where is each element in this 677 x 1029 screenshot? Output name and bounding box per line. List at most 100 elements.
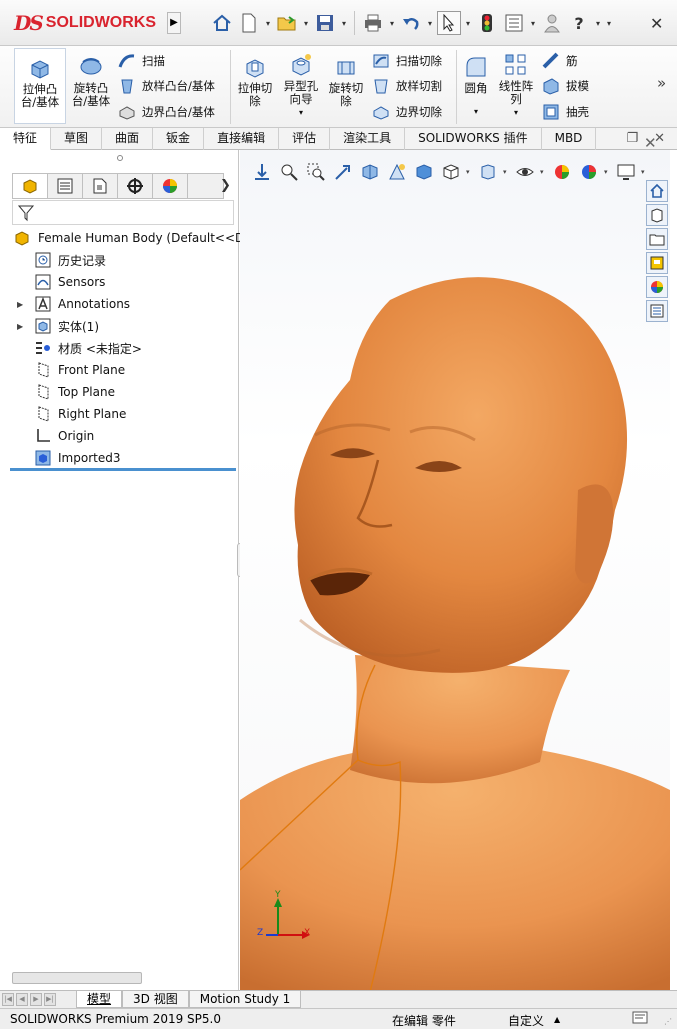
- properties-dropdown-icon[interactable]: ▾: [529, 19, 537, 28]
- expand-arrow-icon[interactable]: ▶: [17, 300, 23, 309]
- new-document-icon[interactable]: [237, 11, 261, 35]
- visibility-eye-icon[interactable]: [513, 160, 537, 184]
- help-icon[interactable]: ?: [567, 11, 591, 35]
- fillet-dropdown-icon[interactable]: ▾: [474, 105, 478, 118]
- view-settings-dropdown-icon[interactable]: ▾: [641, 168, 648, 176]
- shell-button[interactable]: 抽壳: [542, 103, 589, 121]
- appearances-scenes-icon[interactable]: [646, 276, 668, 298]
- rollback-bar[interactable]: [10, 468, 236, 471]
- design-library-icon[interactable]: [646, 204, 668, 226]
- tree-item-plane[interactable]: Top Plane: [34, 382, 115, 402]
- status-message-icon[interactable]: [632, 1011, 648, 1028]
- sweep-button[interactable]: 扫描: [118, 52, 165, 70]
- edit-appearance-icon[interactable]: [550, 160, 574, 184]
- zoom-to-fit-icon[interactable]: [277, 160, 301, 184]
- linear-pattern-button[interactable]: 线性阵 列 ▾: [496, 52, 536, 119]
- bottom-tab[interactable]: Motion Study 1: [188, 991, 302, 1008]
- tree-item-history[interactable]: 历史记录: [34, 250, 106, 270]
- restore-window-icon[interactable]: ❐: [626, 131, 638, 146]
- bottom-tab[interactable]: 模型: [76, 991, 123, 1008]
- print-dropdown-icon[interactable]: ▾: [388, 19, 396, 28]
- close-icon[interactable]: ✕: [650, 14, 663, 33]
- tree-item-imported-body[interactable]: Imported3: [34, 448, 120, 468]
- extrude-cut-button[interactable]: 拉伸切 除: [234, 54, 276, 108]
- dimxpert-manager-tab[interactable]: [118, 174, 153, 198]
- command-tab[interactable]: 评估: [279, 128, 331, 150]
- zoom-to-area-icon[interactable]: [304, 160, 328, 184]
- tree-item-plane[interactable]: Front Plane: [34, 360, 125, 380]
- configuration-manager-tab[interactable]: [83, 174, 118, 198]
- command-tab[interactable]: 渲染工具: [330, 128, 406, 150]
- command-tab[interactable]: 特征: [0, 128, 52, 150]
- save-dropdown-icon[interactable]: ▾: [340, 19, 348, 28]
- help-dropdown-icon[interactable]: ▾: [594, 19, 602, 28]
- view-settings-icon[interactable]: [614, 160, 638, 184]
- command-tab[interactable]: 草图: [51, 128, 103, 150]
- prev-tab-icon[interactable]: ◀: [16, 993, 28, 1006]
- tree-item-solid-bodies[interactable]: ▶ 实体(1): [17, 316, 99, 336]
- revolve-boss-button[interactable]: 旋转凸 台/基体: [68, 54, 114, 108]
- resize-grip-icon[interactable]: ⋰: [664, 1017, 672, 1026]
- display-manager-tab[interactable]: [153, 174, 188, 198]
- tree-filter[interactable]: [12, 200, 234, 225]
- open-dropdown-icon[interactable]: ▾: [302, 19, 310, 28]
- solidworks-logo[interactable]: DS SOLIDWORKS: [14, 10, 156, 36]
- new-dropdown-icon[interactable]: ▾: [264, 19, 272, 28]
- search-dropdown-icon[interactable]: ▾: [605, 19, 613, 28]
- rib-button[interactable]: 筋: [542, 52, 578, 70]
- select-dropdown-icon[interactable]: ▾: [464, 19, 472, 28]
- tree-horizontal-scrollbar[interactable]: [12, 972, 142, 984]
- rebuild-icon[interactable]: [475, 11, 499, 35]
- boundary-cut-button[interactable]: 边界切除: [372, 103, 442, 121]
- next-tab-icon[interactable]: ▶: [30, 993, 42, 1006]
- bottom-tab[interactable]: 3D 视图: [122, 991, 189, 1008]
- feature-manager-tab[interactable]: [13, 174, 48, 198]
- select-icon[interactable]: [437, 11, 461, 35]
- tree-item-origin[interactable]: Origin: [34, 426, 94, 446]
- command-tab[interactable]: 钣金: [153, 128, 205, 150]
- view-orientation-arrow-icon[interactable]: [250, 160, 274, 184]
- tree-root-part[interactable]: Female Human Body (Default<<D: [14, 228, 244, 248]
- hole-wizard-button[interactable]: 异型孔 向导 ▾: [280, 52, 322, 119]
- custom-properties-icon[interactable]: [646, 300, 668, 322]
- file-properties-icon[interactable]: [502, 11, 526, 35]
- home-icon[interactable]: [210, 11, 234, 35]
- boundary-boss-button[interactable]: 边界凸台/基体: [118, 103, 215, 121]
- open-icon[interactable]: [275, 11, 299, 35]
- swept-cut-button[interactable]: 扫描切除: [372, 52, 442, 70]
- fillet-button[interactable]: 圆角 ▾: [460, 54, 492, 118]
- solidworks-resources-icon[interactable]: [646, 180, 668, 202]
- apply-scene-icon[interactable]: [577, 160, 601, 184]
- units-dropdown-icon[interactable]: ▲: [554, 1015, 560, 1024]
- scene-dropdown-icon[interactable]: ▾: [604, 168, 611, 176]
- extrude-boss-button[interactable]: 拉伸凸 台/基体: [14, 48, 66, 124]
- expand-arrow-icon[interactable]: ▶: [17, 322, 23, 331]
- panel-splitter-handle[interactable]: [117, 155, 123, 161]
- hide-show-items-icon[interactable]: [476, 160, 500, 184]
- property-manager-tab[interactable]: [48, 174, 83, 198]
- loft-boss-button[interactable]: 放样凸台/基体: [118, 77, 215, 95]
- tree-item-annotations[interactable]: ▶ Annotations: [17, 294, 130, 314]
- print-icon[interactable]: [361, 11, 385, 35]
- hole-wizard-dropdown-icon[interactable]: ▾: [299, 106, 303, 119]
- lofted-cut-button[interactable]: 放样切割: [372, 77, 442, 95]
- hide-show-dropdown-icon[interactable]: ▾: [503, 168, 510, 176]
- status-units[interactable]: 自定义: [508, 1012, 544, 1029]
- command-tab[interactable]: MBD: [542, 128, 597, 150]
- display-style-icon[interactable]: [439, 160, 463, 184]
- last-tab-icon[interactable]: ▶|: [44, 993, 56, 1006]
- command-tab[interactable]: 曲面: [102, 128, 154, 150]
- user-icon[interactable]: [540, 11, 564, 35]
- menu-expand-button[interactable]: ▶: [167, 12, 181, 34]
- visibility-dropdown-icon[interactable]: ▾: [540, 168, 547, 176]
- draft-button[interactable]: 拔模: [542, 77, 589, 95]
- pattern-dropdown-icon[interactable]: ▾: [514, 106, 518, 119]
- view-palette-icon[interactable]: [646, 252, 668, 274]
- save-icon[interactable]: [313, 11, 337, 35]
- tree-item-material[interactable]: 材质 <未指定>: [34, 338, 142, 358]
- revolve-cut-button[interactable]: 旋转切 除: [324, 54, 368, 108]
- command-tab[interactable]: 直接编辑: [204, 128, 280, 150]
- command-tab[interactable]: SOLIDWORKS 插件: [405, 128, 542, 150]
- dynamic-annotation-icon[interactable]: [385, 160, 409, 184]
- section-view-icon[interactable]: [358, 160, 382, 184]
